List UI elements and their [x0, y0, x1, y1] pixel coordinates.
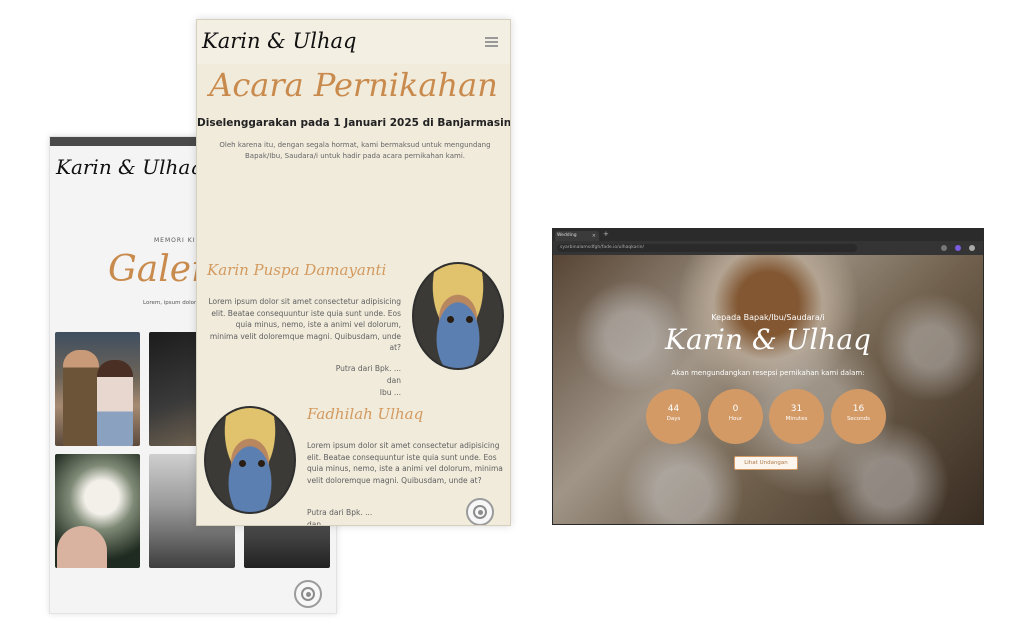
bride-bio: Lorem ipsum dolor sit amet consectetur a… — [208, 297, 401, 352]
hamburger-menu-icon[interactable] — [485, 37, 498, 47]
view-invitation-button[interactable]: Lihat Undangan — [734, 456, 798, 470]
countdown-unit: Minutes — [785, 416, 808, 422]
gallery-photo-dandelion[interactable] — [55, 454, 140, 568]
countdown-unit: Seconds — [846, 416, 871, 422]
countdown-minutes: 31 Minutes — [769, 389, 824, 444]
event-headline: Diselenggarakan pada 1 Januari 2025 di B… — [197, 117, 511, 129]
hero-section: Kepada Bapak/Ibu/Saudara/i Karin & Ulhaq… — [553, 255, 983, 524]
brand-logo[interactable]: Karin & Ulhaq — [56, 155, 203, 179]
countdown-unit: Days — [666, 416, 681, 422]
invitation-text: Akan mengundangkan resepsi pernikahan ka… — [671, 369, 865, 377]
countdown-value: 31 — [790, 404, 803, 414]
groom-name: Fadhilah Ulhaq — [307, 405, 424, 423]
browser-window: Wedding × + syarbinalamsdfgh/fade.io/ulh… — [552, 228, 984, 525]
address-bar[interactable]: syarbinalamsdfgh/fade.io/ulhaqkarin/ — [557, 244, 857, 252]
tab-title: Wedding — [557, 233, 577, 238]
parent-line: Putra dari Bpk. ... — [335, 364, 401, 373]
parent-line: Ibu ... — [379, 388, 401, 397]
disc-icon — [301, 587, 315, 601]
event-intro: Oleh karena itu, dengan segala hormat, k… — [219, 141, 491, 160]
groom-bio: Lorem ipsum dolor sit amet consectetur a… — [307, 441, 503, 485]
close-tab-icon[interactable]: × — [592, 233, 596, 239]
music-toggle-button[interactable] — [294, 580, 322, 608]
new-tab-icon[interactable]: + — [603, 230, 609, 238]
countdown-value: 44 — [667, 404, 680, 414]
countdown-value: 0 — [732, 404, 739, 414]
extension-icon[interactable] — [941, 245, 947, 251]
photo-hand — [57, 526, 107, 568]
address-bar-row: syarbinalamsdfgh/fade.io/ulhaqkarin/ — [553, 241, 983, 255]
bride-name: Karin Puspa Damayanti — [207, 261, 387, 279]
header-bar: Karin & Ulhaq — [197, 20, 510, 64]
disc-icon — [473, 505, 487, 519]
bride-portrait — [412, 262, 504, 370]
section-kicker: MEMORI KI — [154, 237, 196, 244]
event-phone-screen: Karin & Ulhaq Acara Pernikahan Diselengg… — [196, 19, 511, 526]
tab-strip: Wedding × + — [553, 229, 983, 241]
hero-overlay — [553, 255, 983, 524]
bride-parents: Putra dari Bpk. ... dan Ibu ... — [207, 363, 401, 399]
photo-person — [97, 360, 133, 446]
photo-person — [63, 350, 99, 446]
groom-portrait — [204, 406, 296, 514]
event-title: Acara Pernikahan — [209, 66, 498, 104]
browser-tab[interactable]: Wedding × — [555, 231, 599, 241]
parent-line: dan — [386, 376, 401, 385]
countdown-seconds: 16 Seconds — [831, 389, 886, 444]
profile-avatar-icon[interactable] — [955, 245, 961, 251]
gallery-photo-couple[interactable] — [55, 332, 140, 446]
music-toggle-button[interactable] — [466, 498, 494, 525]
countdown-hours: 0 Hour — [708, 389, 763, 444]
brand-logo[interactable]: Karin & Ulhaq — [202, 29, 356, 53]
couple-names: Karin & Ulhaq — [665, 323, 871, 356]
guest-salutation: Kepada Bapak/Ibu/Saudara/i — [711, 313, 825, 322]
countdown-unit: Hour — [728, 416, 743, 422]
browser-menu-icon[interactable] — [969, 245, 975, 251]
countdown-days: 44 Days — [646, 389, 701, 444]
countdown-value: 16 — [852, 404, 865, 414]
